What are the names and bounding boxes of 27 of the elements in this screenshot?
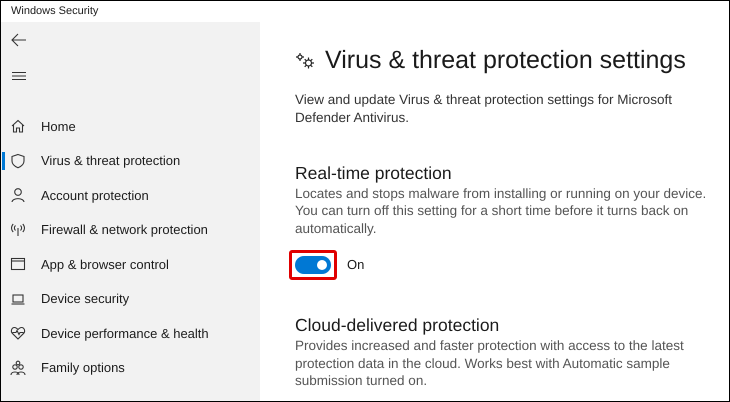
family-icon <box>10 360 26 376</box>
selection-indicator <box>2 152 5 170</box>
page-description: View and update Virus & threat protection settings for Microsoft Defender Antivirus. <box>295 90 673 126</box>
home-icon <box>10 118 26 134</box>
person-icon <box>10 187 26 204</box>
heart-icon <box>10 325 26 342</box>
nav-item[interactable]: Device performance & health <box>1 316 260 350</box>
window-icon <box>10 256 26 272</box>
nav-item[interactable]: Firewall & network protection <box>1 212 260 247</box>
nav-item[interactable]: App & browser control <box>1 247 260 282</box>
nav-item[interactable]: Family options <box>1 350 260 385</box>
shield-icon <box>10 152 26 169</box>
nav-item[interactable]: Account protection <box>1 178 260 212</box>
menu-icon <box>12 71 26 81</box>
page-title: Virus & threat protection settings <box>325 45 686 76</box>
antenna-icon <box>10 222 26 238</box>
toggle-label: On <box>347 256 364 274</box>
gears-icon <box>295 52 315 70</box>
section-description: Locates and stops malware from installing or running on your device. You can turn off this setting for a short time before it turns back on automatically. <box>295 184 708 237</box>
window-title: Windows Security <box>11 4 98 20</box>
nav-item[interactable]: Home <box>1 109 260 144</box>
nav-item[interactable]: Device security <box>1 282 260 316</box>
toggle-switch[interactable] <box>295 256 331 274</box>
section-title: Cloud-delivered protection <box>295 314 500 336</box>
section-title: Real-time protection <box>295 162 453 184</box>
section-description: Provides increased and faster protection with access to the latest protection data in the cloud. Works best with Automatic sample submission turned on. <box>295 337 685 390</box>
back-arrow-icon <box>11 33 27 47</box>
